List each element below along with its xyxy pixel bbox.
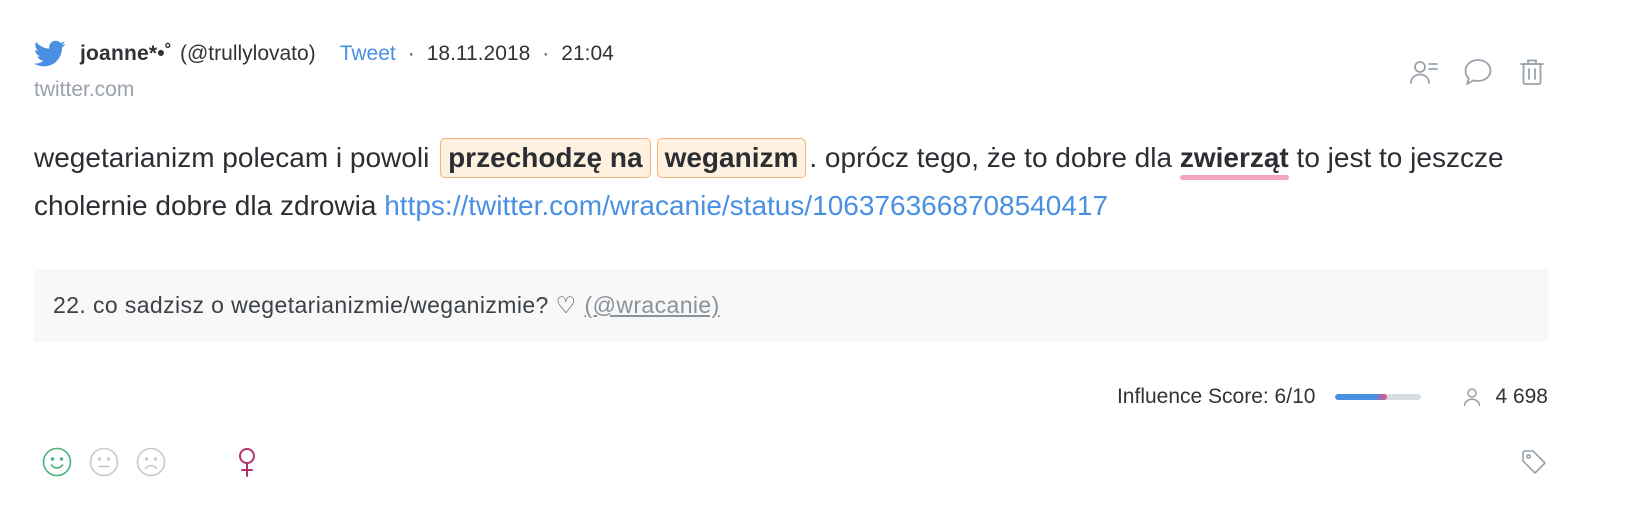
quote-author-link[interactable]: (@wracanie) — [585, 292, 720, 319]
comment-icon[interactable] — [1462, 56, 1494, 88]
mention-time: 21:04 — [561, 42, 614, 65]
separator-dot: · — [407, 42, 415, 65]
separator-dot: · — [542, 42, 550, 65]
influence-score-bar — [1335, 394, 1422, 400]
quoted-tweet: 22. co sadzisz o wegetarianizmie/weganiz… — [34, 269, 1548, 342]
influence-score-fill — [1335, 394, 1388, 400]
tag-icon[interactable] — [1520, 448, 1548, 476]
content-text: . oprócz tego, że to dobre dla — [809, 142, 1180, 173]
sad-face-icon[interactable] — [136, 447, 166, 477]
user-list-icon[interactable] — [1408, 56, 1440, 88]
keyword-highlight: weganizm — [656, 138, 807, 178]
mention-actions — [1408, 56, 1548, 88]
mention-type-link[interactable]: Tweet — [340, 42, 396, 66]
marked-word: zwierząt — [1179, 134, 1289, 182]
trash-icon[interactable] — [1516, 56, 1548, 88]
mention-footer — [42, 446, 259, 478]
mention-header: joanne*•˚ (@trullylovato) Tweet · 18.11.… — [33, 38, 614, 70]
author-handle[interactable]: (@trullylovato) — [180, 42, 316, 66]
smile-icon[interactable] — [42, 447, 72, 477]
neutral-face-icon[interactable] — [89, 447, 119, 477]
keyword-highlight: przechodzę na — [440, 138, 651, 178]
content-text: wegetarianizm polecam i powoli — [34, 142, 438, 173]
reach: 4 698 — [1461, 385, 1548, 409]
mention-content: wegetarianizm polecam i powoli przechodz… — [34, 134, 1554, 230]
content-link[interactable]: https://twitter.com/wracanie/status/1063… — [384, 190, 1108, 221]
quote-text: 22. co sadzisz o wegetarianizmie/weganiz… — [53, 292, 577, 318]
author-name[interactable]: joanne*•˚ — [80, 42, 172, 66]
influence-score-label: Influence Score: 6/10 — [1116, 385, 1316, 408]
mention-metrics: Influence Score: 6/10 4 698 — [1117, 382, 1548, 412]
reach-value: 4 698 — [1495, 385, 1548, 408]
twitter-bird-icon — [33, 40, 66, 68]
female-icon[interactable] — [235, 446, 259, 478]
mention-date: 18.11.2018 — [426, 42, 531, 65]
source-domain[interactable]: twitter.com — [34, 78, 134, 102]
user-icon — [1461, 386, 1483, 408]
